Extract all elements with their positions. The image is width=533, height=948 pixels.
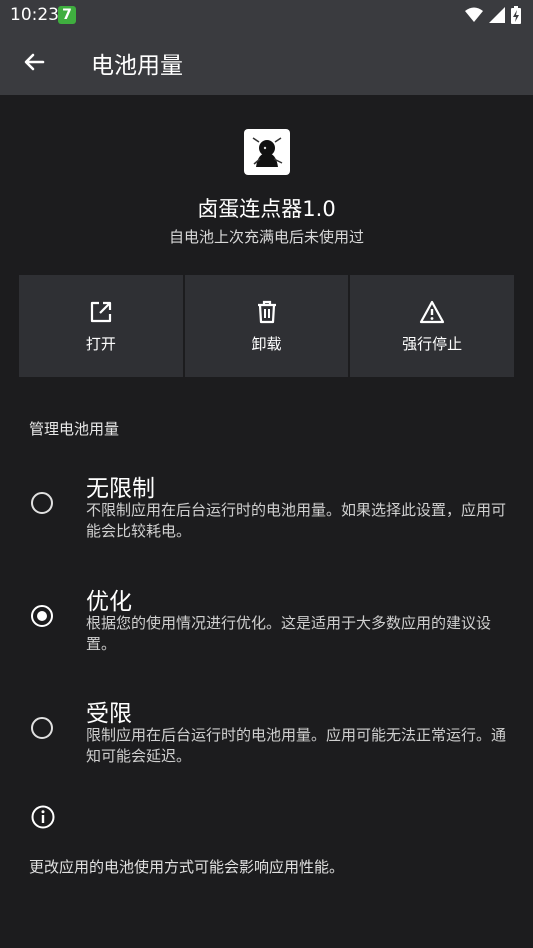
- battery-charging-icon: [511, 6, 521, 24]
- page-title: 电池用量: [91, 53, 183, 79]
- app-usage-summary: 自电池上次充满电后未使用过: [168, 228, 364, 246]
- radio-restricted[interactable]: [31, 717, 53, 739]
- action-buttons: 打开 卸载 强行停止: [19, 275, 515, 377]
- app-icon: [244, 129, 290, 175]
- force-stop-button-label: 强行停止: [402, 334, 463, 353]
- section-title: 管理电池用量: [29, 420, 120, 438]
- option-title: 无限制: [86, 476, 155, 502]
- uninstall-button[interactable]: 卸载: [184, 275, 349, 377]
- open-button[interactable]: 打开: [19, 275, 183, 377]
- option-title: 优化: [86, 589, 132, 615]
- status-time: 10:23: [10, 5, 59, 25]
- arrow-left-icon: [24, 53, 45, 71]
- option-restricted[interactable]: 受限 限制应用在后台运行时的电池用量。应用可能无法正常运行。通知可能会延迟。: [0, 690, 533, 780]
- trash-icon: [257, 300, 276, 323]
- option-description: 不限制应用在后台运行时的电池用量。如果选择此设置，应用可能会比较耗电。: [86, 501, 507, 540]
- signal-icon: [489, 7, 505, 23]
- wifi-icon: [465, 7, 483, 22]
- app-bar: 电池用量: [0, 30, 533, 95]
- footer-note: 更改应用的电池使用方式可能会影响应用性能。: [29, 858, 345, 876]
- notification-badge: 7: [58, 6, 76, 24]
- option-optimized[interactable]: 优化 根据您的使用情况进行优化。这是适用于大多数应用的建议设置。: [0, 578, 533, 668]
- open-external-icon: [90, 301, 111, 322]
- warning-triangle-icon: [420, 300, 445, 323]
- option-description: 限制应用在后台运行时的电池用量。应用可能无法正常运行。通知可能会延迟。: [86, 726, 507, 765]
- app-name: 卤蛋连点器1.0: [197, 197, 336, 221]
- status-bar: 10:23 7: [0, 0, 533, 30]
- info-icon: [31, 805, 55, 829]
- uninstall-button-label: 卸载: [251, 334, 282, 353]
- open-button-label: 打开: [85, 334, 116, 353]
- option-unrestricted[interactable]: 无限制 不限制应用在后台运行时的电池用量。如果选择此设置，应用可能会比较耗电。: [0, 465, 533, 555]
- radio-unrestricted[interactable]: [31, 492, 53, 514]
- option-description: 根据您的使用情况进行优化。这是适用于大多数应用的建议设置。: [86, 614, 492, 653]
- status-icons: [465, 6, 521, 24]
- back-button[interactable]: [14, 42, 54, 82]
- radio-optimized[interactable]: [31, 605, 53, 627]
- option-title: 受限: [86, 701, 132, 727]
- force-stop-button[interactable]: 强行停止: [350, 275, 515, 377]
